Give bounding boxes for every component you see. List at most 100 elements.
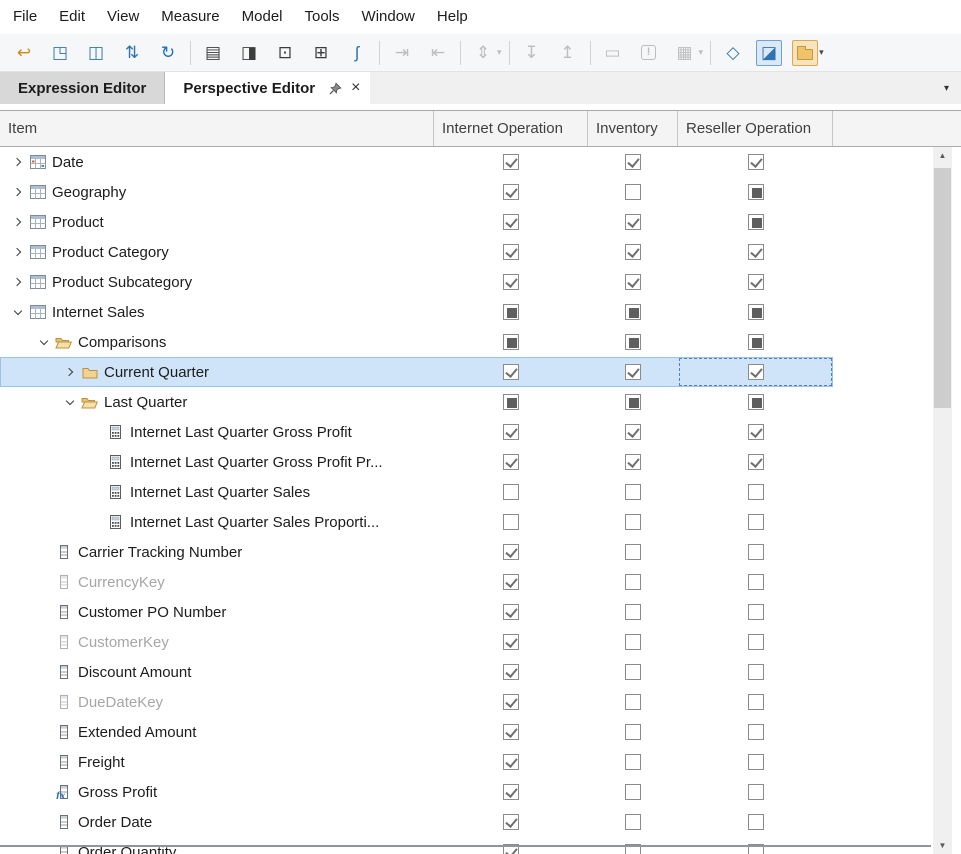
checkbox-checked[interactable] — [503, 424, 519, 440]
column-header-internet-operation[interactable]: Internet Operation — [434, 111, 588, 146]
checkbox-checked[interactable] — [503, 244, 519, 260]
checkbox-checked[interactable] — [503, 754, 519, 770]
new-hierarchy-button[interactable]: ⊞ — [308, 40, 334, 66]
grid-row[interactable]: Internet Last Quarter Sales Proporti... — [0, 507, 833, 537]
checkbox-checked[interactable] — [503, 154, 519, 170]
checkbox-unchecked[interactable] — [748, 544, 764, 560]
display-folder-button-dropdown-chevron-icon[interactable]: ▾ — [699, 47, 704, 58]
grid-row[interactable]: Customer PO Number — [0, 597, 833, 627]
grid-row[interactable]: Carrier Tracking Number — [0, 537, 833, 567]
checkbox-unchecked[interactable] — [625, 604, 641, 620]
grid-row[interactable]: Internet Last Quarter Gross Profit — [0, 417, 833, 447]
move-up-button[interactable]: ↥ — [555, 40, 581, 66]
checkbox-checked[interactable] — [503, 274, 519, 290]
expander-expanded-icon[interactable] — [8, 297, 28, 327]
checkbox-unchecked[interactable] — [748, 514, 764, 530]
grid-row[interactable]: Product Category — [0, 237, 833, 267]
checkbox-unchecked[interactable] — [625, 664, 641, 680]
checkbox-checked[interactable] — [748, 154, 764, 170]
checkbox-checked[interactable] — [625, 244, 641, 260]
checkbox-checked[interactable] — [503, 184, 519, 200]
checkbox-unchecked[interactable] — [748, 484, 764, 500]
checkbox-mixed[interactable] — [625, 334, 641, 350]
checkbox-unchecked[interactable] — [748, 634, 764, 650]
checkbox-checked[interactable] — [503, 364, 519, 380]
grid-row[interactable]: Date — [0, 147, 833, 177]
pin-icon[interactable] — [329, 82, 342, 95]
checkbox-unchecked[interactable] — [625, 634, 641, 650]
checkbox-unchecked[interactable] — [748, 754, 764, 770]
checkbox-mixed[interactable] — [748, 214, 764, 230]
move-down-button[interactable]: ↧ — [519, 40, 545, 66]
grid-row[interactable]: Internet Last Quarter Sales — [0, 477, 833, 507]
checkbox-checked[interactable] — [503, 664, 519, 680]
checkbox-mixed[interactable] — [625, 394, 641, 410]
filter-view-toggle[interactable]: ◪ — [756, 40, 782, 66]
checkbox-unchecked[interactable] — [625, 814, 641, 830]
checkbox-unchecked[interactable] — [625, 514, 641, 530]
checkbox-unchecked[interactable] — [625, 574, 641, 590]
tab-perspective-editor[interactable]: Perspective Editor × — [165, 72, 370, 104]
deploy-button[interactable]: ◳ — [47, 40, 73, 66]
checkbox-mixed[interactable] — [748, 184, 764, 200]
checkbox-mixed[interactable] — [748, 394, 764, 410]
grid-row[interactable]: Last Quarter — [0, 387, 833, 417]
checkbox-unchecked[interactable] — [625, 784, 641, 800]
menu-model[interactable]: Model — [231, 0, 294, 34]
tab-expression-editor[interactable]: Expression Editor — [0, 72, 165, 104]
expander-collapsed-icon[interactable] — [8, 237, 28, 267]
new-calculation-button[interactable]: ⊡ — [272, 40, 298, 66]
checkbox-checked[interactable] — [503, 724, 519, 740]
checkbox-unchecked[interactable] — [625, 694, 641, 710]
grid-row[interactable]: Internet Sales — [0, 297, 833, 327]
checkbox-checked[interactable] — [748, 244, 764, 260]
checkbox-unchecked[interactable] — [748, 694, 764, 710]
column-header-inventory[interactable]: Inventory — [588, 111, 678, 146]
checkbox-mixed[interactable] — [748, 304, 764, 320]
grid-row[interactable]: Current Quarter — [0, 357, 833, 387]
manage-perspectives-button[interactable]: ◇ — [720, 40, 746, 66]
scroll-up-button[interactable]: ▲ — [933, 147, 952, 164]
expander-collapsed-icon[interactable] — [60, 357, 80, 387]
edit-name-button[interactable]: ▭ — [600, 40, 626, 66]
grid-row[interactable]: Product — [0, 207, 833, 237]
close-tab-icon[interactable]: × — [351, 80, 360, 96]
format-dax-button[interactable]: ʃ — [344, 40, 370, 66]
checkbox-mixed[interactable] — [503, 394, 519, 410]
menu-measure[interactable]: Measure — [150, 0, 230, 34]
checkbox-unchecked[interactable] — [748, 724, 764, 740]
checkbox-checked[interactable] — [748, 424, 764, 440]
sort-order-button-dropdown-chevron-icon[interactable]: ▾ — [497, 47, 502, 58]
checkbox-checked[interactable] — [503, 634, 519, 650]
grid-row[interactable]: Order Date — [0, 807, 833, 837]
display-folder-button[interactable]: ▦ — [672, 40, 698, 66]
checkbox-unchecked[interactable] — [625, 184, 641, 200]
checkbox-unchecked[interactable] — [625, 724, 641, 740]
checkbox-checked[interactable] — [625, 364, 641, 380]
indent-button[interactable]: ⇥ — [389, 40, 415, 66]
scrollbar-track[interactable] — [933, 164, 952, 837]
new-measure-button[interactable]: ▤ — [200, 40, 226, 66]
column-header-reseller-operation[interactable]: Reseller Operation — [678, 111, 833, 146]
menu-file[interactable]: File — [2, 0, 48, 34]
outdent-button[interactable]: ⇤ — [425, 40, 451, 66]
checkbox-checked[interactable] — [748, 454, 764, 470]
checkbox-checked[interactable] — [503, 214, 519, 230]
grid-row[interactable]: Comparisons — [0, 327, 833, 357]
process-button[interactable]: ◫ — [83, 40, 109, 66]
vertical-scrollbar[interactable]: ▲ ▼ — [933, 147, 952, 854]
revert-model-button[interactable]: ↩ — [11, 40, 37, 66]
grid-row[interactable]: Discount Amount — [0, 657, 833, 687]
checkbox-checked[interactable] — [625, 274, 641, 290]
checkbox-mixed[interactable] — [625, 304, 641, 320]
checkbox-unchecked[interactable] — [748, 664, 764, 680]
grid-row[interactable]: fxGross Profit — [0, 777, 833, 807]
checkbox-checked[interactable] — [503, 544, 519, 560]
checkbox-unchecked[interactable] — [748, 574, 764, 590]
scroll-down-button[interactable]: ▼ — [933, 837, 952, 854]
checkbox-unchecked[interactable] — [748, 814, 764, 830]
menu-view[interactable]: View — [96, 0, 150, 34]
checkbox-checked[interactable] — [503, 454, 519, 470]
checkbox-unchecked[interactable] — [625, 754, 641, 770]
menu-tools[interactable]: Tools — [294, 0, 351, 34]
